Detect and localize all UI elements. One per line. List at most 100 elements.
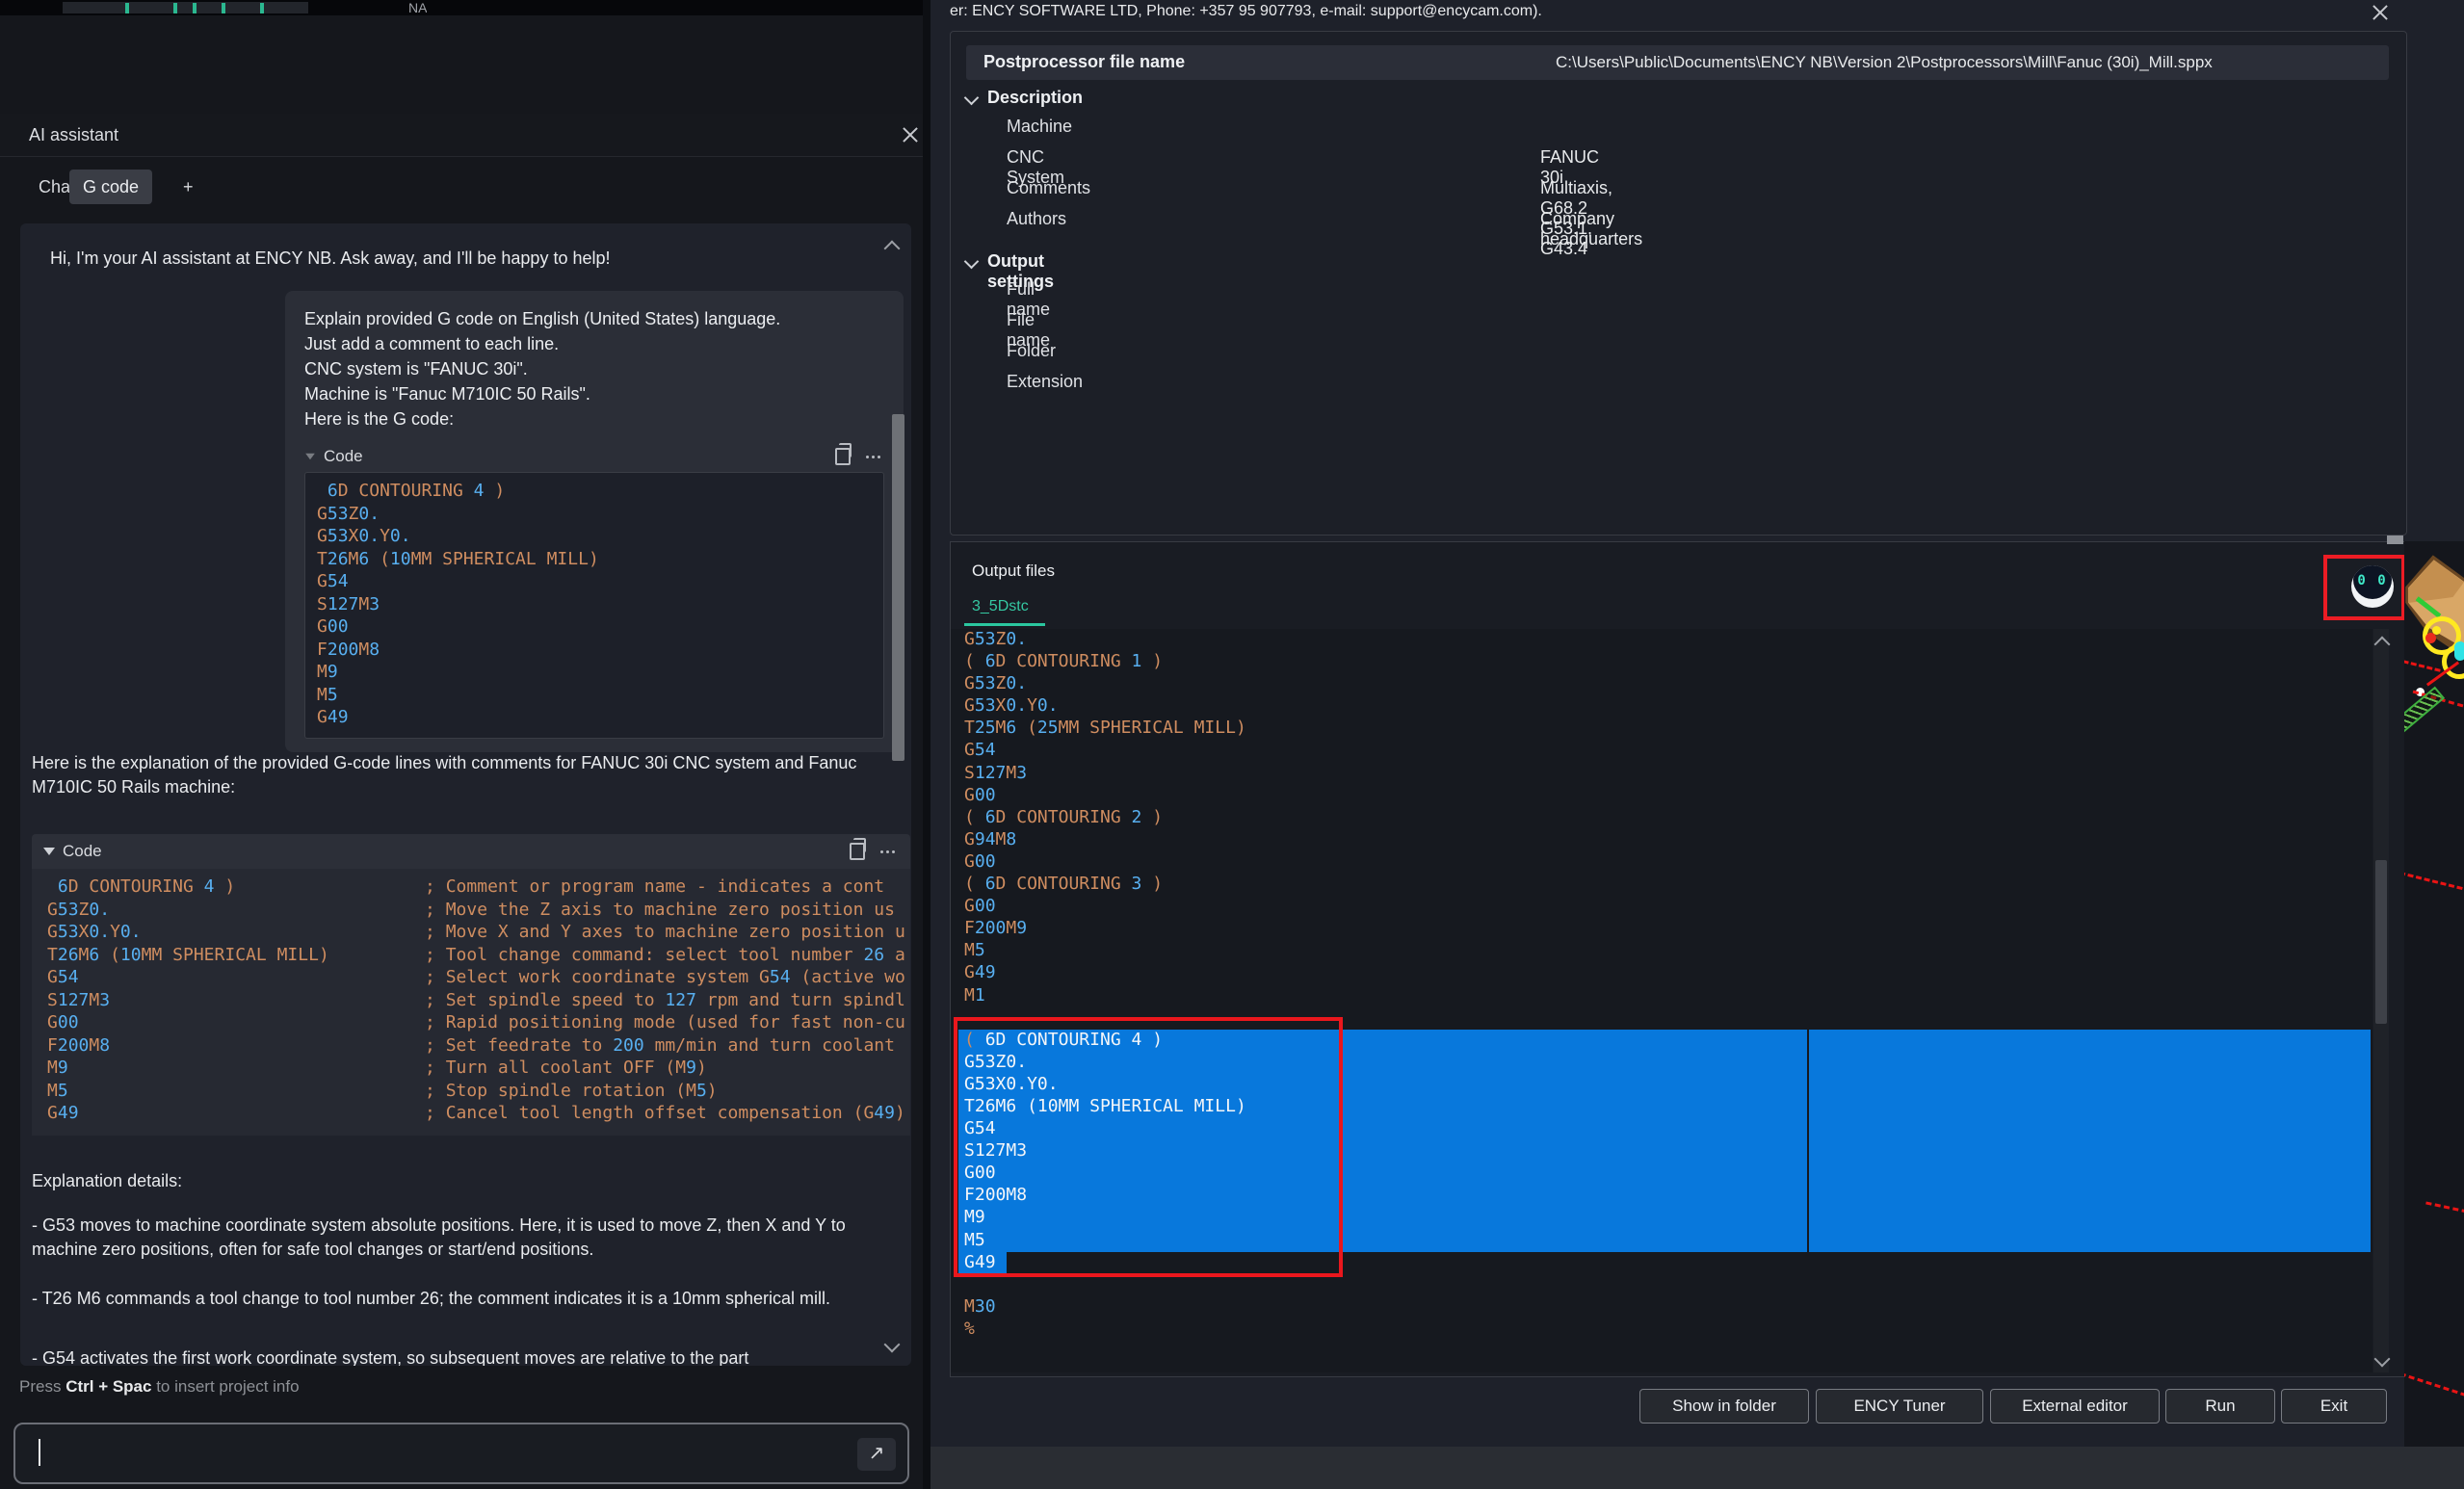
more-options-icon[interactable] <box>866 456 880 458</box>
rapid-move-dashed-line <box>2404 1372 2464 1397</box>
gcode-comment-row: G53X0.Y0.; Move X and Y axes to machine … <box>47 922 910 945</box>
gcode-listing[interactable]: G53Z0.( 6D CONTOURING 1 )G53Z0.G53X0.Y0.… <box>951 629 2372 1372</box>
top-cropped-toolbar: NA <box>0 0 923 15</box>
assistant-tabs: ChatG code+ <box>0 156 923 220</box>
gcode-comment-row: T26M6 (10MM SPHERICAL MILL); Tool change… <box>47 945 910 968</box>
gcode-lines: G53Z0.( 6D CONTOURING 1 )G53Z0.G53X0.Y0.… <box>951 629 2372 1341</box>
gcode-comment-row: F200M8; Set feedrate to 200 mm/min and t… <box>47 1035 910 1058</box>
gcode-line: 6D CONTOURING 4 ) <box>317 481 872 504</box>
gcode-line: S127M3 <box>964 763 2372 785</box>
gcode-line-selected: M9 <box>964 1207 2372 1229</box>
gcode-line: G00 <box>964 785 2372 807</box>
scroll-up-icon[interactable] <box>2374 637 2391 653</box>
postprocessor-dialog: er: ENCY SOFTWARE LTD, Phone: +357 95 90… <box>931 0 2464 1489</box>
section-title: Description <box>987 88 1083 108</box>
postprocessor-properties-card: Postprocessor file name C:\Users\Public\… <box>950 31 2407 536</box>
chevron-down-icon[interactable] <box>964 91 980 106</box>
output-files-card: Output files 3_5Dstc G53Z0.( 6D CONTOURI… <box>950 541 2406 1377</box>
dialog-header-text: er: ENCY SOFTWARE LTD, Phone: +357 95 90… <box>950 3 1542 20</box>
gcode-line: G54 <box>964 740 2372 762</box>
property-label: Extension <box>1007 372 1083 392</box>
gcode-line: G49 <box>964 962 2372 984</box>
output-file-tab[interactable]: 3_5Dstc <box>972 598 1029 615</box>
gcode-comment-row: 6D CONTOURING 4 ); Comment or program na… <box>47 876 910 900</box>
toolbar-tick-icon <box>193 3 197 13</box>
gcode-line-selected: G00 <box>964 1162 2372 1185</box>
scroll-up-icon[interactable] <box>884 241 901 257</box>
gcode-line <box>964 1007 2372 1030</box>
gcode-comment-row: S127M3; Set spindle speed to 127 rpm and… <box>47 990 910 1013</box>
ai-assistant-panel: AI assistant ChatG code+ Hi, I'm your AI… <box>0 15 923 1489</box>
user-gcode-block[interactable]: 6D CONTOURING 4 )G53Z0.G53X0.Y0.T26M6 (1… <box>304 472 884 739</box>
gcode-line: G53Z0. <box>964 673 2372 695</box>
gcode-line-selected: M5 <box>964 1230 2372 1252</box>
gcode-line-selected: G53Z0. <box>964 1052 2372 1074</box>
assistant-code-block: Code 6D CONTOURING 4 ); Comment or progr… <box>32 834 910 1136</box>
gcode-line: M1 <box>964 985 2372 1007</box>
commented-gcode-block[interactable]: 6D CONTOURING 4 ); Comment or program na… <box>32 869 910 1136</box>
ency-tuner-button[interactable]: ENCY Tuner <box>1816 1389 1983 1424</box>
copy-icon[interactable] <box>850 843 865 860</box>
gcode-line: ( 6D CONTOURING 3 ) <box>964 874 2372 896</box>
collapse-triangle-icon[interactable] <box>43 848 55 855</box>
output-scrollbar[interactable] <box>2373 629 2389 1372</box>
close-icon[interactable] <box>2372 4 2389 21</box>
gcode-comment-row: M5; Stop spindle rotation (M5) <box>47 1081 910 1104</box>
property-label: Machine <box>1007 117 1072 137</box>
gcode-line-selected: F200M8 <box>964 1185 2372 1207</box>
gcode-line: G53X0.Y0. <box>964 695 2372 718</box>
show-in-folder-button[interactable]: Show in folder <box>1639 1389 1809 1424</box>
postprocessor-file-row[interactable]: Postprocessor file name C:\Users\Public\… <box>966 45 2389 80</box>
gcode-line-selected: S127M3 <box>964 1140 2372 1162</box>
exit-button[interactable]: Exit <box>2281 1389 2387 1424</box>
rapid-move-dashed-line <box>2425 1201 2464 1213</box>
close-icon[interactable] <box>902 126 919 144</box>
gcode-comment-row: G00; Rapid positioning mode (used for fa… <box>47 1012 910 1035</box>
ai-robot-icon[interactable]: 0 0 <box>2351 565 2394 608</box>
explanation-paragraph: - G54 activates the first work coordinat… <box>32 1346 906 1366</box>
scrollbar-fragment <box>2387 536 2403 544</box>
tab-new[interactable]: + <box>170 170 207 204</box>
gcode-line: ( 6D CONTOURING 1 ) <box>964 651 2372 673</box>
message-line: Here is the G code: <box>304 406 884 431</box>
tab-g-code[interactable]: G code <box>69 170 152 204</box>
more-options-icon[interactable] <box>880 850 895 853</box>
rapid-move-dashed-line <box>2404 872 2464 892</box>
file-row-label: Postprocessor file name <box>983 52 1185 72</box>
gcode-line: G00 <box>317 616 872 640</box>
send-button[interactable]: ↗ <box>857 1438 896 1471</box>
gcode-comment-row: G54; Select work coordinate system G54 (… <box>47 967 910 990</box>
gcode-line: T25M6 (25MM SPHERICAL MILL) <box>964 718 2372 740</box>
output-scrollbar-thumb[interactable] <box>2375 860 2387 1024</box>
toolbar-tick-icon <box>173 3 177 13</box>
chat-conversation-area[interactable]: Hi, I'm your AI assistant at ENCY NB. As… <box>20 223 911 1366</box>
bottom-strip <box>931 1447 2464 1489</box>
message-line: CNC system is "FANUC 30i". <box>304 356 884 381</box>
chat-scrollbar-thumb[interactable] <box>892 414 904 761</box>
toolbar-tick-icon <box>125 3 129 13</box>
gcode-line: G94M8 <box>964 829 2372 851</box>
gcode-comment-row: G53Z0.; Move the Z axis to machine zero … <box>47 900 910 923</box>
gcode-line: G54 <box>317 571 872 594</box>
gcode-line: S127M3 <box>317 594 872 617</box>
run-button[interactable]: Run <box>2165 1389 2275 1424</box>
gcode-line-selected: G53X0.Y0. <box>964 1074 2372 1096</box>
robot-eyes: 0 0 <box>2351 573 2394 588</box>
user-message-bubble: Explain provided G code on English (Unit… <box>285 291 904 752</box>
text-cursor <box>39 1439 40 1466</box>
copy-icon[interactable] <box>835 448 851 465</box>
assistant-greeting: Hi, I'm your AI assistant at ENCY NB. As… <box>50 248 610 269</box>
explanation-paragraph: - T26 M6 commands a tool change to tool … <box>32 1287 906 1311</box>
scroll-down-icon[interactable] <box>2374 1351 2391 1368</box>
gcode-line: % <box>964 1319 2372 1341</box>
chat-input[interactable]: ↗ <box>13 1423 909 1484</box>
gcode-line: M5 <box>317 685 872 708</box>
external-editor-button[interactable]: External editor <box>1990 1389 2160 1424</box>
gcode-line: ( 6D CONTOURING 2 ) <box>964 807 2372 829</box>
gcode-line-selected: ( 6D CONTOURING 4 ) <box>964 1030 2372 1052</box>
gcode-line: G53Z0. <box>964 629 2372 651</box>
explanation-paragraph: - G53 moves to machine coordinate system… <box>32 1214 906 1262</box>
code-block-header: Code <box>304 441 884 472</box>
collapse-triangle-icon[interactable] <box>305 454 315 459</box>
chevron-down-icon[interactable] <box>964 254 980 270</box>
